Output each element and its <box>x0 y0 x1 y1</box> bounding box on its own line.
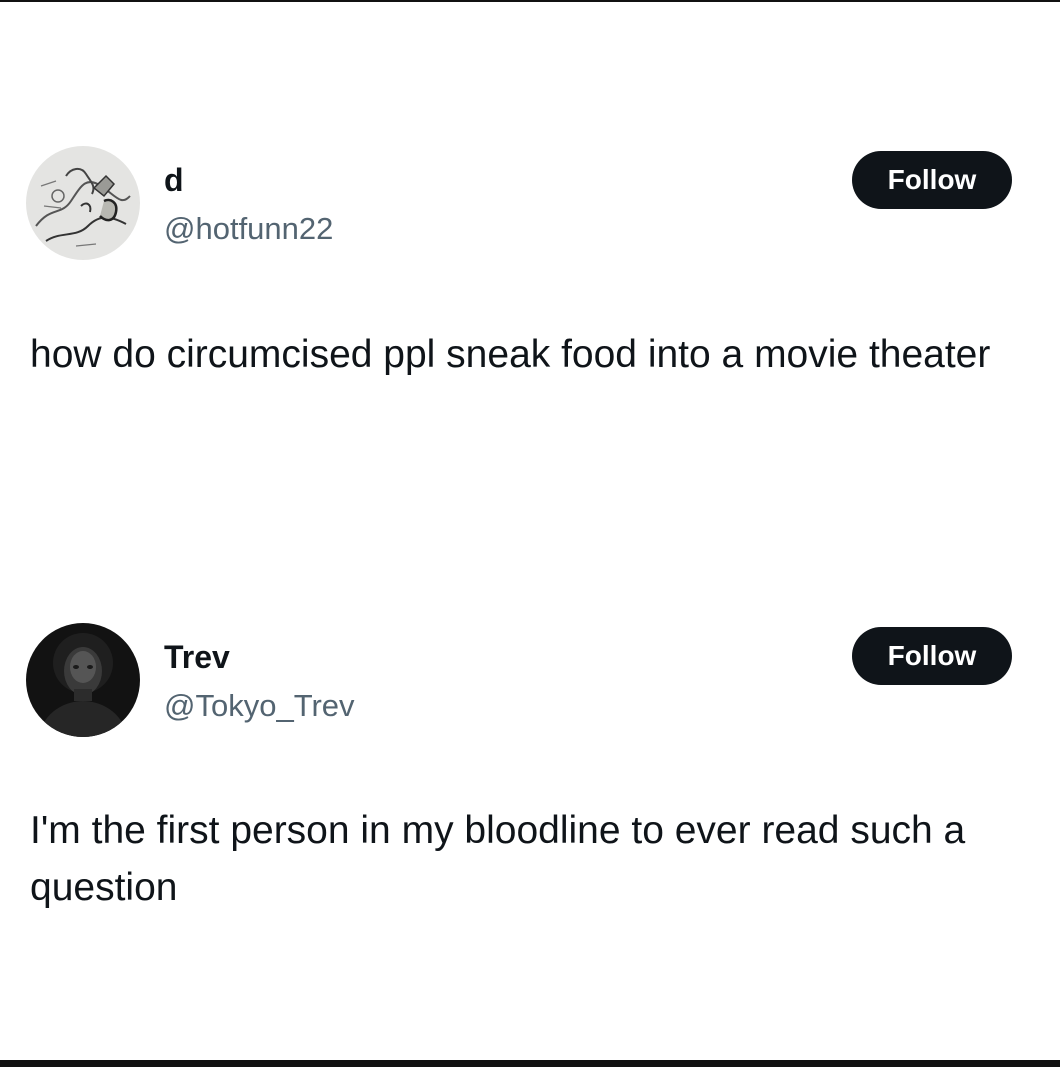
user-handle[interactable]: @hotfunn22 <box>164 211 333 247</box>
avatar[interactable] <box>26 623 140 737</box>
sketch-drawing-avatar-icon <box>26 146 140 260</box>
display-name[interactable]: Trev <box>164 639 230 675</box>
display-name[interactable]: d <box>164 162 184 198</box>
user-handle[interactable]: @Tokyo_Trev <box>164 688 355 724</box>
dark-portrait-avatar-icon <box>26 623 140 737</box>
avatar[interactable] <box>26 146 140 260</box>
tweet-text: I'm the first person in my bloodline to … <box>30 809 966 909</box>
follow-button[interactable]: Follow <box>852 627 1012 685</box>
top-border <box>0 0 1060 2</box>
tweet-text: how do circumcised ppl sneak food into a… <box>30 333 991 376</box>
bottom-border <box>0 1060 1060 1067</box>
follow-button[interactable]: Follow <box>852 151 1012 209</box>
